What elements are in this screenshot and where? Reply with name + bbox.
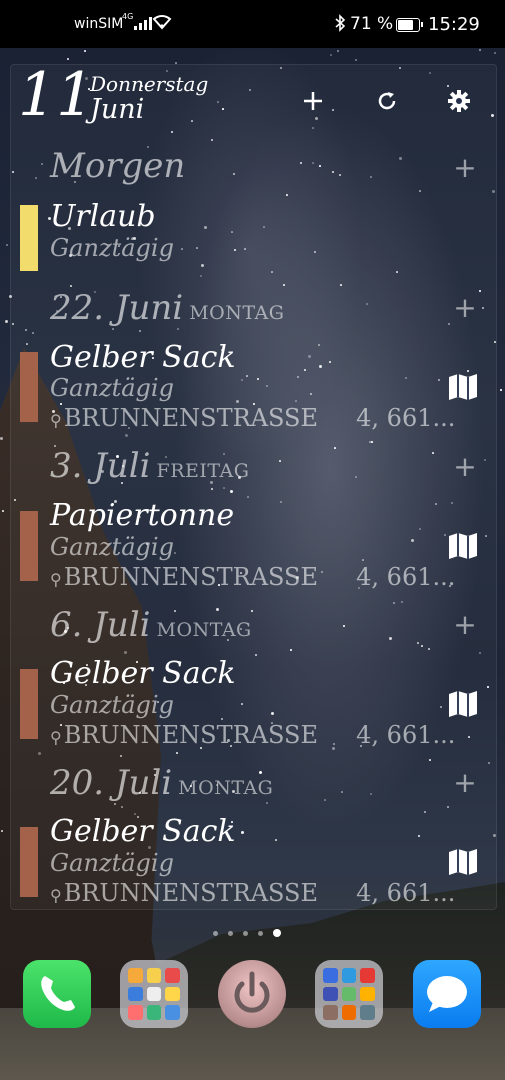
map-icon[interactable] xyxy=(448,848,482,878)
add-event-plus-icon[interactable]: + xyxy=(450,293,480,323)
wifi-icon xyxy=(152,14,172,35)
event-location: ⚲BRUNNENSTRASSE 4, 661... xyxy=(50,721,456,749)
event-title[interactable]: Gelber Sack xyxy=(50,814,236,849)
map-icon[interactable] xyxy=(448,532,482,562)
battery-icon xyxy=(396,18,420,32)
event-time: Ganztägig xyxy=(50,374,174,402)
add-event-plus-icon[interactable]: + xyxy=(450,610,480,640)
event-location: ⚲BRUNNENSTRASSE 4, 661... xyxy=(50,879,456,907)
current-day: 11 xyxy=(18,60,95,130)
signal-icon xyxy=(134,17,152,30)
star xyxy=(6,244,8,246)
star xyxy=(355,59,357,61)
location-pin-icon: ⚲ xyxy=(50,886,62,905)
settings-gear-icon[interactable] xyxy=(444,86,474,116)
page-dot xyxy=(243,930,248,936)
app-folder-1-icon[interactable] xyxy=(120,960,188,1028)
star xyxy=(500,389,502,391)
status-bar: winSIM 4G 71 % 15:29 xyxy=(0,0,505,48)
event-time: Ganztägig xyxy=(50,849,174,877)
date-heading: Morgen xyxy=(50,146,186,186)
event-time: Ganztägig xyxy=(50,691,174,719)
phone-icon[interactable] xyxy=(23,960,91,1028)
carrier-label: winSIM xyxy=(74,16,124,32)
event-title[interactable]: Gelber Sack xyxy=(50,656,236,691)
event-title[interactable]: Gelber Sack xyxy=(50,340,236,375)
star xyxy=(479,49,481,51)
date-heading: 6. Juli MONTAG xyxy=(50,605,252,645)
star xyxy=(2,510,4,512)
map-icon[interactable] xyxy=(448,373,482,403)
star xyxy=(1,830,3,832)
star xyxy=(0,437,3,440)
star xyxy=(494,52,496,54)
event-color-bar xyxy=(20,352,38,422)
star xyxy=(330,54,332,56)
add-event-plus-icon[interactable]: + xyxy=(450,768,480,798)
event-time: Ganztägig xyxy=(50,533,174,561)
refresh-icon[interactable] xyxy=(372,86,402,116)
event-color-bar xyxy=(20,827,38,897)
event-color-bar xyxy=(20,511,38,581)
page-dot xyxy=(258,930,263,936)
current-weekday: Donnerstag xyxy=(90,72,209,96)
current-month: Juni xyxy=(90,94,145,125)
battery-percent: 71 % xyxy=(350,14,394,34)
event-color-bar xyxy=(20,669,38,739)
bluetooth-icon xyxy=(334,14,346,36)
event-title[interactable]: Papiertonne xyxy=(50,498,234,533)
plus-icon[interactable] xyxy=(298,86,328,116)
date-heading: 20. Juli MONTAG xyxy=(50,763,274,803)
date-heading: 3. Juli FREITAG xyxy=(50,446,250,486)
add-event-plus-icon[interactable]: + xyxy=(450,452,480,482)
location-pin-icon: ⚲ xyxy=(50,728,62,747)
page-dot-active xyxy=(273,929,281,937)
clock: 15:29 xyxy=(428,14,480,35)
location-pin-icon: ⚲ xyxy=(50,570,62,589)
star xyxy=(84,50,86,52)
date-heading: 22. Juni MONTAG xyxy=(50,288,285,328)
event-color-bar xyxy=(20,205,38,271)
power-app-icon[interactable] xyxy=(218,960,286,1028)
event-time: Ganztägig xyxy=(50,234,174,262)
event-location: ⚲BRUNNENSTRASSE 4, 661... xyxy=(50,563,456,591)
page-dot xyxy=(213,930,218,936)
add-event-plus-icon[interactable]: + xyxy=(450,153,480,183)
network-type: 4G xyxy=(122,12,134,21)
event-title[interactable]: Urlaub xyxy=(50,199,156,234)
page-indicator xyxy=(213,929,281,937)
messages-icon[interactable] xyxy=(413,960,481,1028)
event-location: ⚲BRUNNENSTRASSE 4, 661... xyxy=(50,404,456,432)
app-folder-2-icon[interactable] xyxy=(315,960,383,1028)
star xyxy=(5,320,8,323)
star xyxy=(337,50,339,52)
page-dot xyxy=(228,930,233,936)
map-icon[interactable] xyxy=(448,690,482,720)
location-pin-icon: ⚲ xyxy=(50,411,62,430)
